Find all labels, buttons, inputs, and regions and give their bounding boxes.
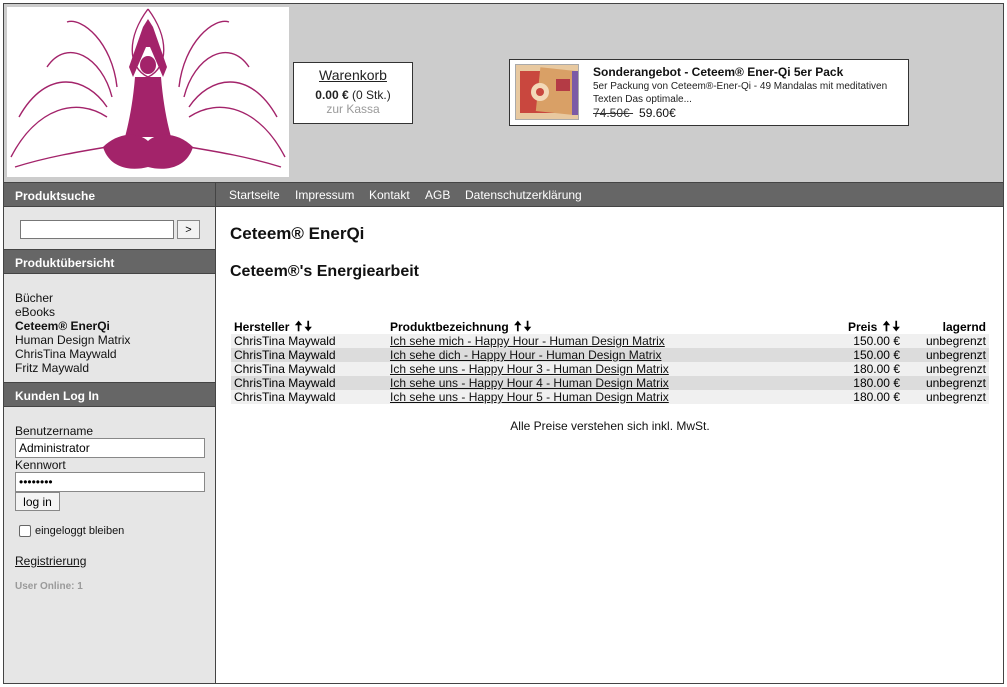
sort-down-icon[interactable]: 🠇 — [892, 319, 900, 333]
offer-new-price: 59.60€ — [639, 106, 676, 120]
vat-note: Alle Preise verstehen sich inkl. MwSt. — [510, 419, 710, 433]
table-row: ChrisTina Maywald Ich sehe mich - Happy … — [231, 334, 989, 348]
cell-product: Ich sehe uns - Happy Hour 4 - Human Desi… — [387, 376, 807, 390]
nav-agb[interactable]: AGB — [425, 188, 450, 202]
sort-down-icon[interactable]: 🠇 — [524, 319, 532, 333]
cell-stock: unbegrenzt — [903, 334, 989, 348]
cell-manufacturer: ChrisTina Maywald — [231, 376, 387, 390]
cart-summary: 0.00 € (0 Stk.) — [294, 88, 412, 102]
cart-count: (0 Stk.) — [352, 88, 391, 102]
cell-price: 180.00 € — [807, 376, 903, 390]
sort-up-icon[interactable]: 🠅 — [514, 319, 522, 333]
col-header-manufacturer: Hersteller 🠅 🠇 — [231, 314, 387, 334]
table-row: ChrisTina Maywald Ich sehe dich - Happy … — [231, 348, 989, 362]
category-item-buecher[interactable]: Bücher — [15, 291, 130, 305]
remember-me[interactable]: eingeloggt bleiben — [19, 525, 124, 537]
top-navigation: Startseite Impressum Kontakt AGB Datensc… — [216, 182, 1003, 207]
username-field[interactable] — [15, 438, 205, 458]
login-heading: Kunden Log In — [4, 382, 215, 407]
offer-old-price: 74.50€ — [593, 106, 634, 120]
page: Warenkorb 0.00 € (0 Stk.) zur Kassa Sond… — [3, 3, 1004, 684]
category-item-ebooks[interactable]: eBooks — [15, 305, 130, 319]
category-item-christina-maywald[interactable]: ChrisTina Maywald — [15, 347, 130, 361]
offer-description: 5er Packung von Ceteem®-Ener-Qi - 49 Man… — [593, 81, 888, 105]
checkout-link[interactable]: zur Kassa — [294, 102, 412, 116]
username-label: Benutzername — [15, 424, 94, 438]
yoga-lotus-logo[interactable] — [7, 7, 289, 177]
sort-up-icon[interactable]: 🠅 — [295, 319, 303, 333]
offer-title[interactable]: Sonderangebot - Ceteem® Ener-Qi 5er Pack — [593, 65, 843, 79]
cell-manufacturer: ChrisTina Maywald — [231, 362, 387, 376]
login-button[interactable]: log in — [15, 492, 60, 511]
cell-stock: unbegrenzt — [903, 362, 989, 376]
col-header-price: Preis 🠅 🠇 — [807, 314, 903, 334]
col-label-product: Produktbezeichnung — [390, 320, 509, 334]
header: Warenkorb 0.00 € (0 Stk.) zur Kassa Sond… — [4, 4, 1003, 182]
search-heading: Produktsuche — [4, 182, 215, 207]
product-link[interactable]: Ich sehe mich - Happy Hour - Human Desig… — [390, 334, 665, 348]
cell-stock: unbegrenzt — [903, 376, 989, 390]
cell-price: 150.00 € — [807, 334, 903, 348]
nav-impressum[interactable]: Impressum — [295, 188, 354, 202]
category-list: Bücher eBooks Ceteem® EnerQi Human Desig… — [15, 291, 130, 375]
table-row: ChrisTina Maywald Ich sehe uns - Happy H… — [231, 390, 989, 404]
cell-manufacturer: ChrisTina Maywald — [231, 334, 387, 348]
sort-up-icon[interactable]: 🠅 — [883, 319, 891, 333]
product-link[interactable]: Ich sehe uns - Happy Hour 4 - Human Desi… — [390, 376, 669, 390]
category-title: Ceteem® EnerQi — [230, 224, 365, 243]
remember-checkbox[interactable] — [19, 525, 31, 537]
cell-manufacturer: ChrisTina Maywald — [231, 390, 387, 404]
cell-product: Ich sehe mich - Happy Hour - Human Desig… — [387, 334, 807, 348]
product-link[interactable]: Ich sehe uns - Happy Hour 5 - Human Desi… — [390, 390, 669, 404]
col-header-product: Produktbezeichnung 🠅 🠇 — [387, 314, 807, 334]
sort-down-icon[interactable]: 🠇 — [304, 319, 312, 333]
category-subtitle: Ceteem®'s Energiearbeit — [230, 263, 419, 280]
cell-price: 150.00 € — [807, 348, 903, 362]
cell-product: Ich sehe dich - Happy Hour - Human Desig… — [387, 348, 807, 362]
product-table: Hersteller 🠅 🠇 Produktbezeichnung 🠅 🠇 Prei… — [231, 314, 989, 404]
cell-stock: unbegrenzt — [903, 348, 989, 362]
category-item-human-design-matrix[interactable]: Human Design Matrix — [15, 333, 130, 347]
nav-startseite[interactable]: Startseite — [229, 188, 280, 202]
cell-price: 180.00 € — [807, 362, 903, 376]
nav-datenschutz[interactable]: Datenschutzerklärung — [465, 188, 582, 202]
cell-price: 180.00 € — [807, 390, 903, 404]
password-label: Kennwort — [15, 458, 66, 472]
product-link[interactable]: Ich sehe dich - Happy Hour - Human Desig… — [390, 348, 661, 362]
cell-stock: unbegrenzt — [903, 390, 989, 404]
password-field[interactable] — [15, 472, 205, 492]
search-button[interactable]: > — [177, 220, 200, 239]
main-content: Ceteem® EnerQi Ceteem®'s Energiearbeit H… — [217, 207, 1003, 683]
users-online: User Online: 1 — [15, 581, 83, 592]
remember-label: eingeloggt bleiben — [35, 525, 125, 537]
category-item-fritz-maywald[interactable]: Fritz Maywald — [15, 361, 130, 375]
cell-manufacturer: ChrisTina Maywald — [231, 348, 387, 362]
register-link[interactable]: Registrierung — [15, 554, 86, 568]
table-row: ChrisTina Maywald Ich sehe uns - Happy H… — [231, 376, 989, 390]
table-row: ChrisTina Maywald Ich sehe uns - Happy H… — [231, 362, 989, 376]
product-link[interactable]: Ich sehe uns - Happy Hour 3 - Human Desi… — [390, 362, 669, 376]
col-label-manufacturer: Hersteller — [234, 320, 290, 334]
special-offer[interactable]: Sonderangebot - Ceteem® Ener-Qi 5er Pack… — [509, 59, 909, 126]
cart-widget: Warenkorb 0.00 € (0 Stk.) zur Kassa — [293, 62, 413, 124]
col-header-stock: lagernd — [942, 320, 986, 334]
cart-amount: 0.00 € — [315, 88, 349, 102]
category-item-ceteem-enerqi[interactable]: Ceteem® EnerQi — [15, 319, 130, 333]
col-label-price: Preis — [847, 320, 878, 334]
table-header-row: Hersteller 🠅 🠇 Produktbezeichnung 🠅 🠇 Prei… — [231, 314, 989, 334]
nav-kontakt[interactable]: Kontakt — [369, 188, 410, 202]
search-input[interactable] — [20, 220, 174, 239]
catalog-heading: Produktübersicht — [4, 249, 215, 274]
cell-product: Ich sehe uns - Happy Hour 3 - Human Desi… — [387, 362, 807, 376]
offer-product-image[interactable] — [515, 64, 579, 120]
cell-product: Ich sehe uns - Happy Hour 5 - Human Desi… — [387, 390, 807, 404]
sidebar: Produktsuche > Produktübersicht Bücher e… — [4, 182, 216, 683]
cart-link[interactable]: Warenkorb — [294, 67, 412, 83]
offer-prices: 74.50€ 59.60€ — [593, 106, 676, 120]
